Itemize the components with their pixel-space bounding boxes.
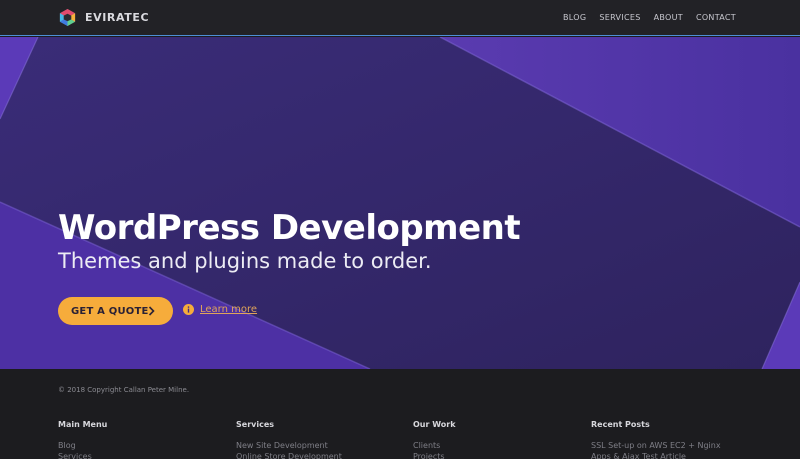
brand-name: EVIRATEC: [85, 11, 150, 24]
nav-link-blog[interactable]: BLOG: [563, 13, 586, 22]
footer-link-new-site-development[interactable]: New Site Development: [236, 440, 342, 451]
footer-link-post[interactable]: Apps & Ajax Test Article: [591, 451, 721, 459]
info-icon: [183, 304, 194, 315]
main-nav: BLOG SERVICES ABOUT CONTACT: [563, 13, 736, 22]
hexagon-logo-icon: [59, 8, 76, 27]
footer-link-services[interactable]: Services: [58, 451, 107, 459]
footer-link-clients[interactable]: Clients: [413, 440, 456, 451]
learn-more-link[interactable]: Learn more: [183, 304, 257, 315]
copyright-text: © 2018 Copyright Callan Peter Milne.: [58, 386, 190, 394]
nav-link-services[interactable]: SERVICES: [599, 13, 640, 22]
get-a-quote-button[interactable]: GET A QUOTE: [58, 297, 173, 325]
footer-column-recent-posts: Recent Posts SSL Set-up on AWS EC2 + Ngi…: [591, 420, 721, 459]
footer-column-services: Services New Site Development Online Sto…: [236, 420, 342, 459]
nav-link-contact[interactable]: CONTACT: [696, 13, 736, 22]
footer-link-online-store-development[interactable]: Online Store Development: [236, 451, 342, 459]
footer-column-our-work: Our Work Clients Projects: [413, 420, 456, 459]
footer-column-main-menu: Main Menu Blog Services: [58, 420, 107, 459]
brand-logo[interactable]: EVIRATEC: [58, 8, 149, 27]
hero-section: WordPress Development Themes and plugins…: [0, 37, 800, 369]
site-footer: © 2018 Copyright Callan Peter Milne. Mai…: [0, 369, 800, 459]
footer-link-projects[interactable]: Projects: [413, 451, 456, 459]
hero-title: WordPress Development: [58, 208, 521, 248]
hero-subtitle: Themes and plugins made to order.: [58, 249, 432, 273]
footer-link-blog[interactable]: Blog: [58, 440, 107, 451]
footer-column-title: Main Menu: [58, 420, 108, 429]
footer-column-title: Our Work: [413, 420, 456, 429]
learn-more-label: Learn more: [200, 304, 258, 315]
footer-column-title: Services: [236, 420, 275, 429]
get-a-quote-label: GET A QUOTE: [71, 305, 149, 317]
chevron-right-icon: [148, 306, 155, 316]
footer-link-post[interactable]: SSL Set-up on AWS EC2 + Nginx: [591, 440, 721, 451]
top-navbar: EVIRATEC BLOG SERVICES ABOUT CONTACT: [0, 0, 800, 36]
nav-link-about[interactable]: ABOUT: [654, 13, 683, 22]
footer-column-title: Recent Posts: [591, 420, 650, 429]
